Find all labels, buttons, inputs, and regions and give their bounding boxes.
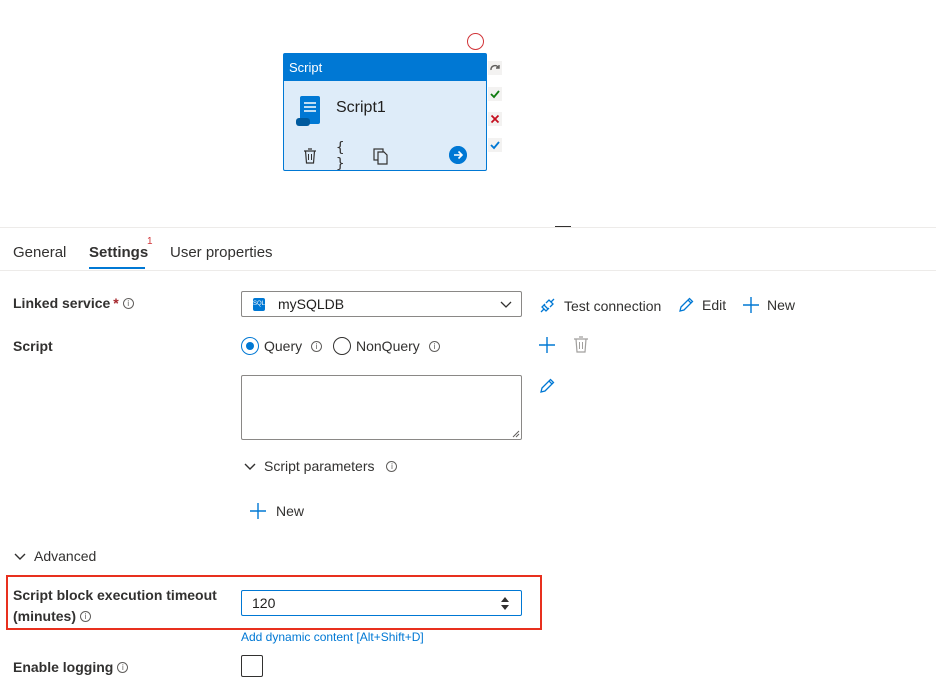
chevron-down-icon (244, 463, 256, 470)
info-icon[interactable]: i (386, 460, 398, 472)
chevron-down-icon (500, 301, 512, 308)
chevron-down-icon (14, 553, 26, 560)
plus-icon (250, 503, 266, 519)
tab-settings[interactable]: Settings (89, 244, 148, 261)
tab-error-badge: 1 (147, 236, 153, 247)
timeout-label-line1: Script block execution timeout (13, 587, 217, 603)
linked-service-value: mySQLDB (278, 296, 345, 312)
resize-handle-icon[interactable] (512, 430, 520, 438)
script-parameters-expander[interactable]: Script parameters i (244, 458, 398, 474)
trash-icon[interactable] (301, 146, 319, 166)
tab-general[interactable]: General (13, 244, 66, 261)
divider (0, 270, 936, 271)
spinner-arrows-icon[interactable] (501, 597, 509, 610)
completion-check-icon[interactable] (488, 138, 502, 152)
timeout-unit: (minutes) (13, 608, 76, 624)
copy-icon[interactable] (372, 146, 390, 166)
advanced-label: Advanced (34, 548, 97, 564)
info-icon[interactable]: i (428, 340, 440, 352)
info-icon[interactable]: i (117, 662, 129, 673)
timeout-value: 120 (252, 595, 276, 611)
radio-nonquery[interactable]: NonQuery i (333, 337, 440, 355)
scroll-icon (296, 96, 320, 126)
radio-query[interactable]: Query i (241, 337, 323, 355)
timeout-label: Script block execution timeout (minutes)… (13, 585, 217, 627)
active-tab-indicator (89, 267, 145, 269)
plus-icon (743, 297, 759, 313)
new-linked-service-button[interactable]: New (742, 296, 795, 314)
new-label: New (767, 297, 796, 313)
code-braces-icon[interactable]: { } (336, 140, 354, 172)
sql-database-icon: SQL (253, 298, 265, 311)
radio-unselected-indicator (333, 337, 351, 355)
plug-connection-icon (540, 298, 555, 313)
enable-logging-checkbox[interactable] (241, 655, 263, 677)
arrow-right-icon[interactable] (449, 146, 467, 164)
success-check-icon[interactable] (488, 87, 502, 101)
edit-label: Edit (702, 297, 727, 313)
info-icon[interactable]: i (122, 298, 134, 309)
script-label: Script (13, 338, 53, 354)
failure-x-icon[interactable] (488, 112, 502, 126)
edit-linked-service-button[interactable]: Edit (677, 296, 726, 314)
script-activity-card[interactable]: Script Script1 { } (283, 53, 487, 172)
activity-name: Script1 (336, 99, 386, 116)
skip-arrow-icon[interactable] (488, 61, 502, 75)
info-icon[interactable]: i (80, 611, 91, 622)
script-parameters-label: Script parameters (264, 458, 375, 474)
radio-nonquery-label: NonQuery (356, 338, 420, 354)
radio-selected-indicator (241, 337, 259, 355)
linked-service-dropdown[interactable]: SQL mySQLDB (241, 291, 522, 317)
activity-type-label: Script (284, 54, 486, 81)
new-parameter-label: New (276, 503, 305, 519)
test-connection-button[interactable]: Test connection (538, 296, 661, 315)
enable-logging-label: Enable logging i (13, 659, 129, 675)
pencil-icon (679, 297, 694, 312)
script-textarea[interactable] (241, 375, 522, 440)
timeout-number-input[interactable]: 120 (241, 590, 522, 616)
enable-logging-text: Enable logging (13, 659, 114, 675)
tab-user-properties[interactable]: User properties (170, 244, 273, 261)
add-dynamic-content-link[interactable]: Add dynamic content [Alt+Shift+D] (241, 630, 424, 644)
info-icon[interactable]: i (311, 340, 323, 352)
delete-script-trash-icon[interactable] (573, 336, 589, 354)
linked-service-label: Linked service * i (13, 295, 134, 311)
advanced-expander[interactable]: Advanced (14, 548, 96, 564)
timeout-label-line2: (minutes) i (13, 606, 217, 627)
add-script-plus-icon[interactable] (538, 336, 556, 354)
error-indicator-icon (467, 33, 484, 50)
divider (0, 227, 936, 228)
radio-query-label: Query (264, 338, 303, 354)
test-connection-label: Test connection (564, 297, 662, 314)
new-parameter-button[interactable]: New (249, 502, 304, 520)
required-marker: * (113, 295, 119, 311)
edit-script-pencil-icon[interactable] (538, 377, 556, 395)
